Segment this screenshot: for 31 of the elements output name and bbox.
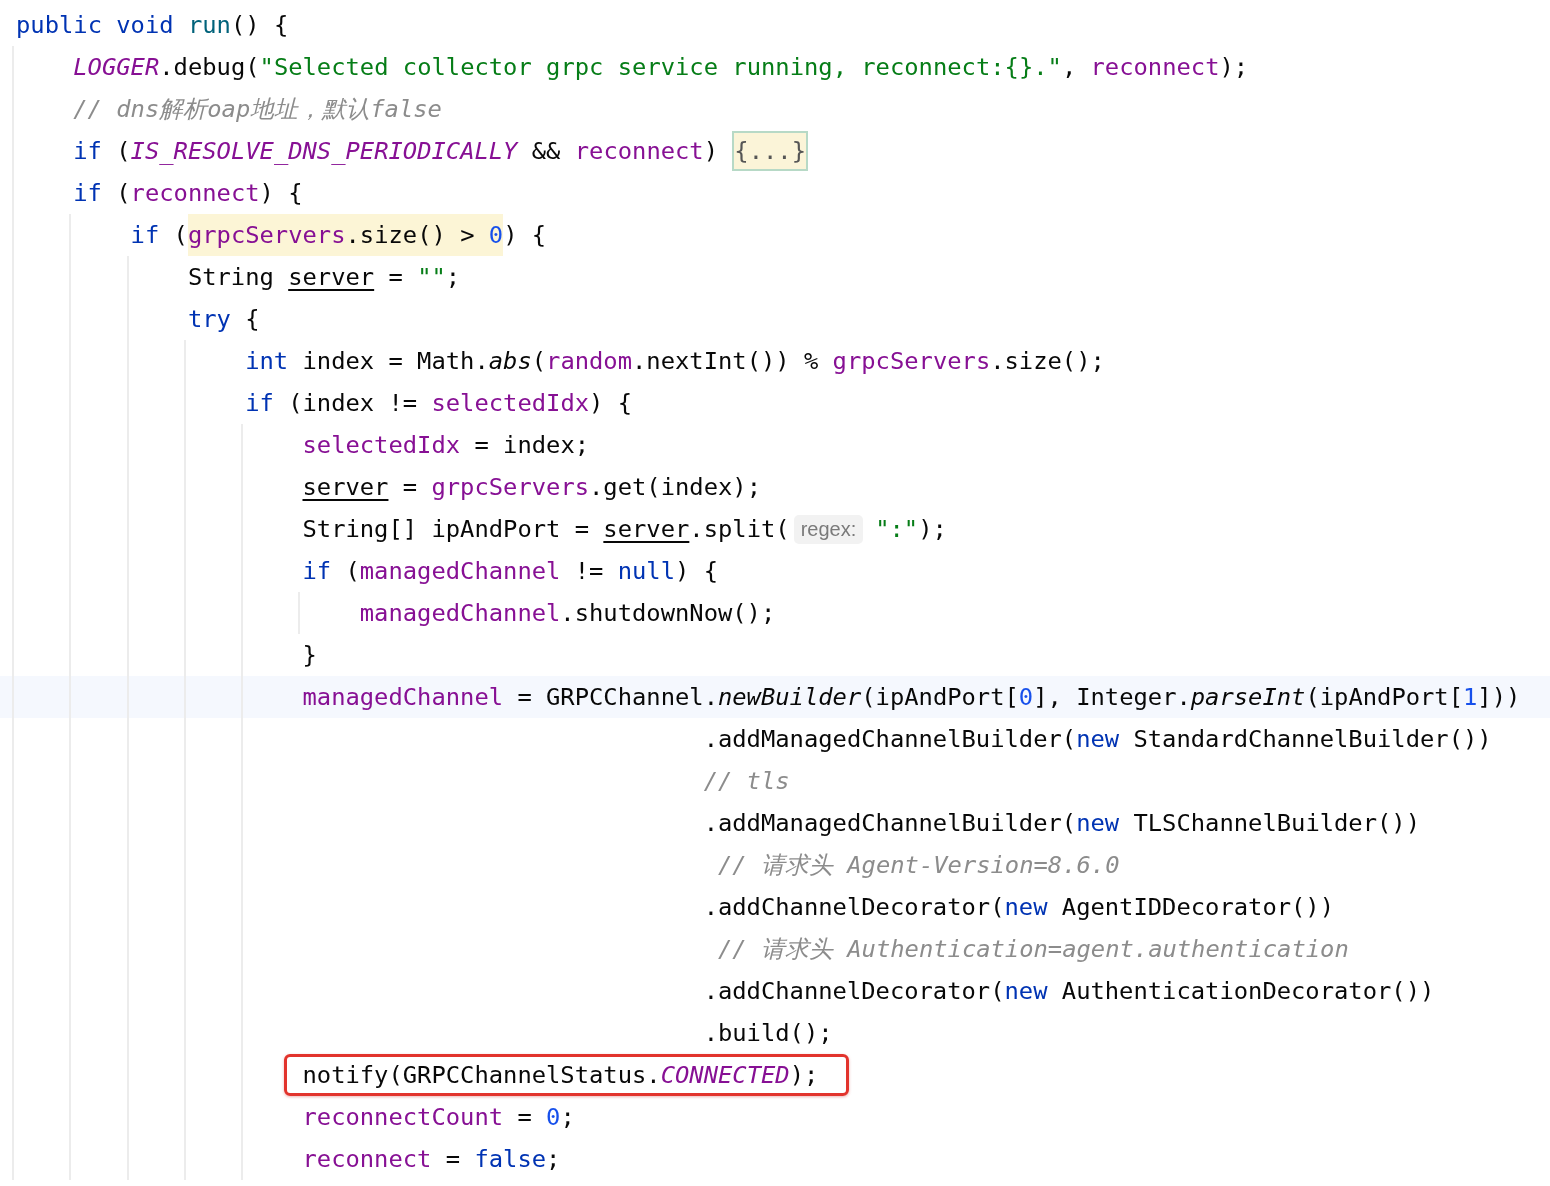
- code-line: String server = "";: [187, 262, 461, 293]
- code-line: managedChannel = GRPCChannel.newBuilder(ipAndPort[0], Integer.parseInt(ipAndPort[1])): [302, 682, 1521, 713]
- code-line: server = grpcServers.get(index);: [302, 472, 761, 503]
- code-line: reconnect = false;: [302, 1144, 561, 1175]
- parameter-hint: regex:: [793, 514, 864, 544]
- code-line: if (index != selectedIdx) {: [245, 388, 633, 419]
- code-line: .build();: [703, 1018, 833, 1049]
- code-line: .addManagedChannelBuilder(new StandardChannelBuilder()): [703, 724, 1492, 755]
- code-line: notify(GRPCChannelStatus.CONNECTED);: [302, 1060, 819, 1091]
- code-line: }: [302, 640, 317, 671]
- code-line: // dns解析oap地址，默认false: [73, 94, 442, 125]
- code-line: // 请求头 Authentication=agent.authentication: [716, 934, 1349, 965]
- code-line: .addChannelDecorator(new AgentIDDecorator()): [703, 892, 1335, 923]
- code-line: if (managedChannel != null) {: [302, 556, 718, 587]
- code-line: int index = Math.abs(random.nextInt()) % grpcServers.size();: [245, 346, 1105, 377]
- code-line: .addManagedChannelBuilder(new TLSChannelBuilder()): [703, 808, 1420, 839]
- code-line: // 请求头 Agent-Version=8.6.0: [716, 850, 1120, 881]
- code-line: LOGGER.debug("Selected collector grpc service running, reconnect:{}.", reconnect);: [73, 52, 1249, 83]
- code-line: ":");: [875, 514, 947, 545]
- code-line: managedChannel.shutdownNow();: [359, 598, 776, 629]
- code-line: try {: [187, 304, 260, 335]
- code-line: String[] ipAndPort = server.split(: [302, 514, 790, 545]
- code-line: if (IS_RESOLVE_DNS_PERIODICALLY && reconnect): [73, 136, 720, 167]
- code-line: selectedIdx = index;: [302, 430, 590, 461]
- code-line: .addChannelDecorator(new AuthenticationDecorator()): [703, 976, 1435, 1007]
- code-line: if (reconnect) {: [73, 178, 303, 209]
- fold-marker[interactable]: {...}: [732, 131, 808, 171]
- code-line: public void run() {: [16, 10, 289, 41]
- code-line: if (grpcServers.size() > 0) {: [130, 214, 547, 256]
- code-line: reconnectCount = 0;: [302, 1102, 575, 1133]
- code-line: // tls: [703, 766, 790, 797]
